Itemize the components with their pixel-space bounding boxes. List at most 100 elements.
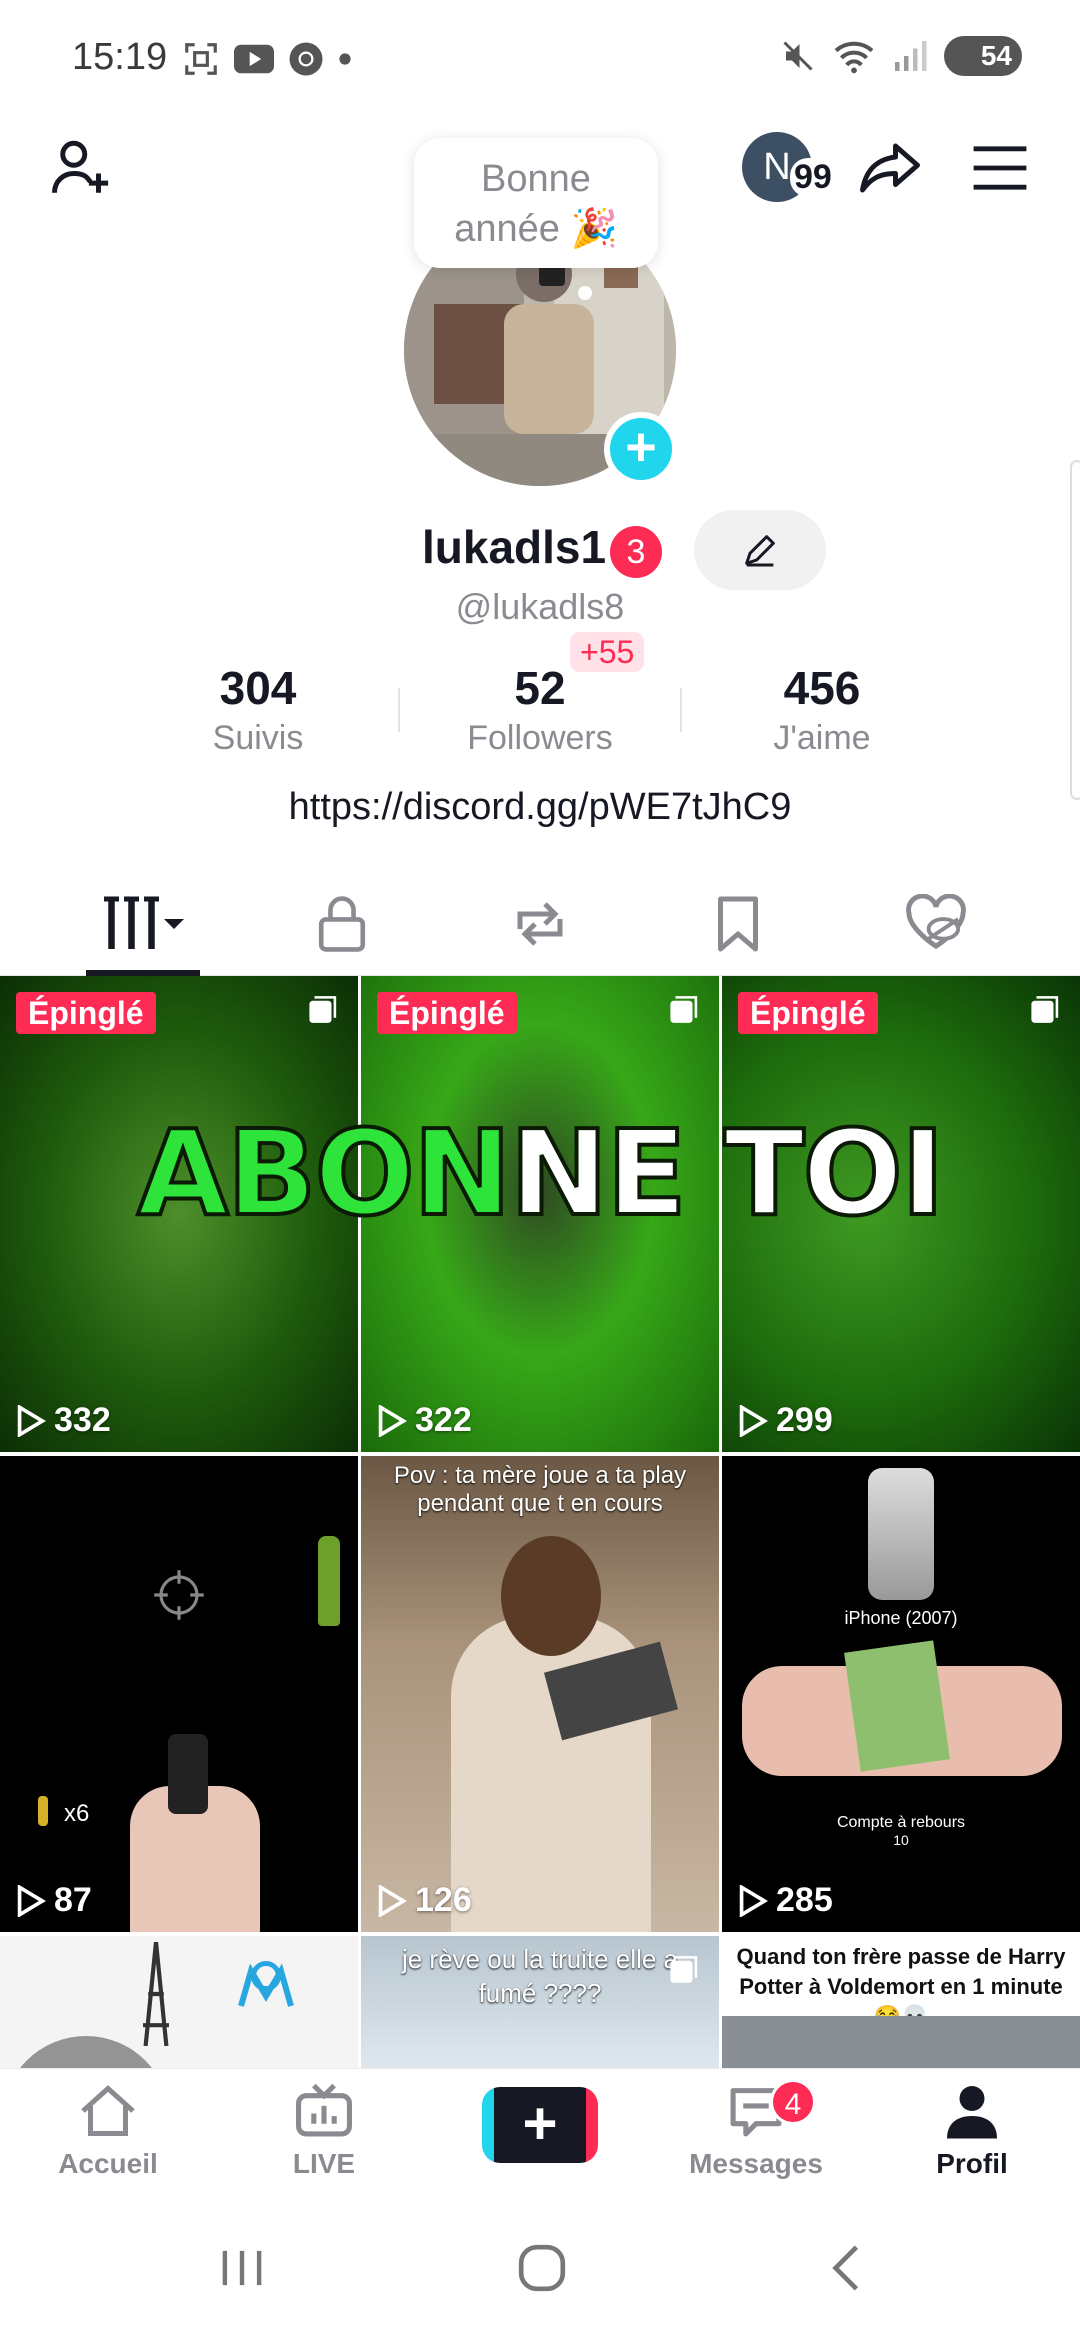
video-caption: je rève ou la truite elle a fumé ???? (401, 1944, 679, 2008)
share-profile-button[interactable] (850, 128, 930, 208)
countdown-label: Compte à rebours (836, 1814, 966, 1831)
video-tile[interactable]: Quand ton frère passe de Harry Potter à … (722, 1936, 1080, 2068)
video-tile[interactable]: x6 87 (0, 1456, 358, 1932)
pinned-banner-text: ABONNE TOI (0, 1102, 1080, 1244)
messages-badge: 4 (770, 2079, 816, 2125)
videos-grid-icon (104, 896, 184, 949)
mute-icon (783, 41, 813, 71)
gun-shape (168, 1734, 208, 1814)
stat-likes[interactable]: 456 J'aime (682, 660, 962, 760)
stat-following-value: 304 (219, 662, 297, 714)
ammo-count: x6 (64, 1800, 90, 1827)
view-count: 332 (16, 1401, 111, 1440)
profile-note-bubble[interactable]: Bonne année 🎉 (414, 138, 658, 268)
dot-icon (339, 53, 351, 65)
battery-level: 54 (980, 40, 1012, 71)
multi-photo-icon (670, 1956, 698, 1983)
edit-profile-button[interactable] (694, 510, 826, 590)
play-icon (17, 1884, 46, 1917)
live-tv-icon (296, 2083, 352, 2137)
plus-icon: + (494, 2087, 586, 2163)
tab-liked[interactable] (876, 884, 996, 964)
video-caption: Pov : ta mère joue a ta play pendant que… (393, 1462, 687, 1517)
tab-reposts[interactable] (480, 884, 600, 964)
bullet-shape (38, 1796, 48, 1826)
home-circle-icon (518, 2244, 566, 2292)
nav-profile-label: Profil (936, 2148, 1008, 2179)
pinned-badge: Épinglé (16, 992, 156, 1034)
display-name: lukadls1 (422, 521, 607, 573)
play-icon (17, 1404, 46, 1437)
video-tile[interactable]: Pov : ta mère joue a ta play pendant que… (361, 1456, 719, 1932)
add-story-button[interactable]: + (604, 412, 678, 486)
bio-link[interactable]: https://discord.gg/pWE7tJhC9 (0, 786, 1080, 829)
nav-home[interactable]: Accueil (18, 2083, 198, 2180)
crosshair-icon (154, 1570, 204, 1620)
view-count: 126 (377, 1881, 472, 1920)
wifi-icon (834, 41, 874, 74)
name-badge[interactable]: 3 (610, 526, 662, 578)
person-head (501, 1536, 601, 1656)
nav-live[interactable]: LIVE (234, 2083, 414, 2180)
add-user-icon (52, 140, 109, 193)
view-count-value: 285 (776, 1881, 833, 1919)
content-tabs (0, 870, 1080, 976)
tab-private[interactable] (282, 884, 402, 964)
stat-following[interactable]: 304 Suivis (118, 660, 398, 760)
video-tile[interactable]: je rève ou la truite elle a fumé ???? (361, 1936, 719, 2068)
play-icon (739, 1884, 768, 1917)
multi-photo-icon (309, 996, 337, 1023)
bottle-shape (318, 1536, 340, 1626)
view-count-value: 299 (776, 1401, 833, 1439)
create-video-button[interactable]: + (482, 2087, 598, 2163)
stat-followers-value: 52 (514, 662, 566, 714)
note-line-1: Bonne (481, 158, 591, 200)
video-tile[interactable]: iPhone (2007) Compte à rebours 10 285 (722, 1456, 1080, 1932)
stat-likes-label: J'aime (773, 719, 871, 757)
view-count: 322 (377, 1401, 472, 1440)
tab-videos[interactable] (84, 884, 204, 964)
chrome-icon (289, 42, 323, 76)
pencil-icon (745, 535, 775, 567)
back-button[interactable] (806, 2238, 886, 2298)
bottom-navigation: Accueil LIVE + 4 Messages Profil (0, 2068, 1080, 2198)
om-logo-icon (238, 1961, 294, 2007)
view-count: 299 (738, 1401, 833, 1440)
hamburger-menu-icon (973, 146, 1027, 190)
liked-icon (906, 894, 966, 950)
recent-apps-button[interactable] (202, 2238, 282, 2298)
play-icon (739, 1404, 768, 1437)
stat-likes-value: 456 (783, 662, 861, 714)
stat-followers[interactable]: 52 Followers (400, 660, 680, 760)
bookmark-icon (718, 896, 758, 952)
recent-apps-icon (222, 2250, 262, 2286)
nav-profile[interactable]: Profil (882, 2083, 1062, 2180)
tab-favorites[interactable] (678, 884, 798, 964)
notification-avatar-letter: N (763, 145, 791, 188)
money-shape (844, 1640, 950, 1772)
video-grid: Épinglé 332 Épinglé 322 Épinglé 299 ABON… (0, 976, 1080, 2068)
view-count: 87 (16, 1881, 92, 1920)
name-row: lukadls1 3 (0, 510, 1080, 590)
share-icon (860, 143, 920, 193)
nav-messages[interactable]: 4 Messages (666, 2079, 846, 2180)
status-time: 15:19 (72, 36, 168, 78)
status-right-icons: 54 (780, 36, 1022, 76)
username-handle: @lukadls8 (455, 586, 625, 627)
battery-icon: 54 (944, 36, 1022, 76)
add-friend-button[interactable] (42, 128, 122, 208)
note-line-2: année 🎉 (454, 208, 618, 250)
view-count-value: 126 (415, 1881, 472, 1919)
view-count-value: 332 (54, 1401, 111, 1439)
play-icon (378, 1404, 407, 1437)
nav-messages-label: Messages (689, 2148, 823, 2179)
pinned-badge: Épinglé (377, 992, 517, 1034)
menu-button[interactable] (960, 128, 1040, 208)
note-bubble-tail (578, 286, 592, 300)
edge-panel-handle[interactable] (1070, 460, 1080, 800)
notification-count: 99 (790, 158, 836, 197)
home-button[interactable] (502, 2238, 582, 2298)
status-left-icons (182, 40, 352, 78)
profile-stats: 304 Suivis 52 Followers 456 J'aime (0, 660, 1080, 760)
home-icon (81, 2085, 135, 2136)
